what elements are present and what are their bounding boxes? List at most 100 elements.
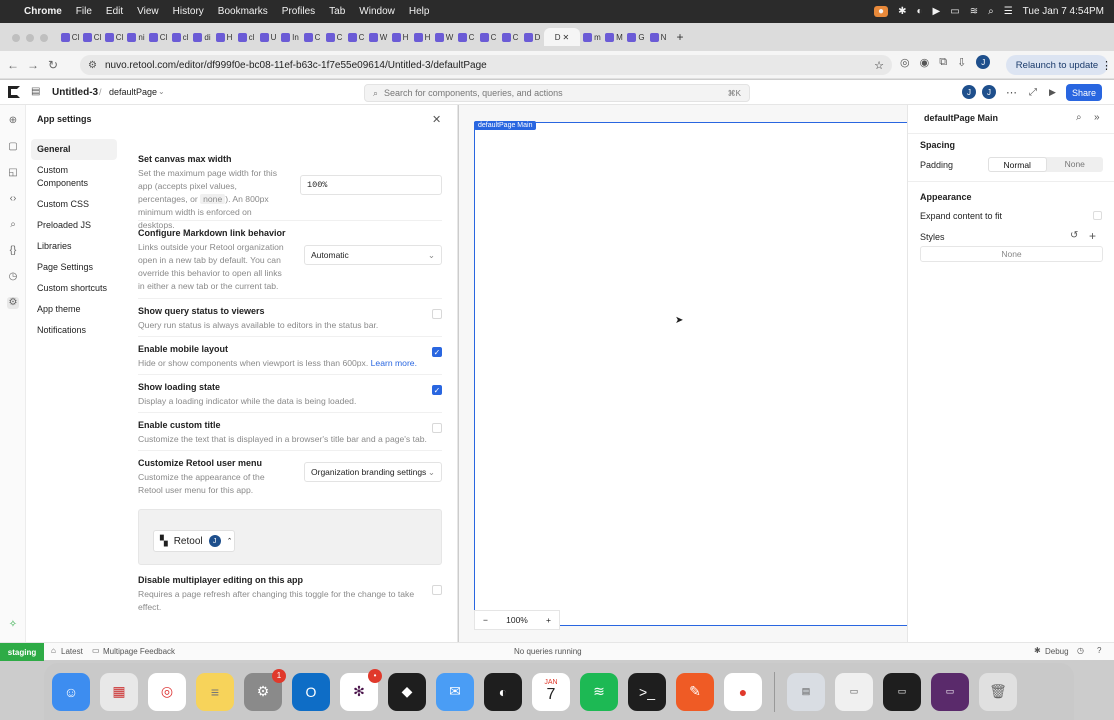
menu-bookmarks[interactable]: Bookmarks — [218, 6, 268, 17]
page-chevron-down-icon[interactable]: ⌄ — [158, 87, 165, 96]
spotlight-icon[interactable]: ⌕ — [988, 6, 994, 17]
finder-app-icon[interactable]: ☺ — [52, 672, 90, 711]
custom-title-checkbox[interactable] — [432, 423, 442, 433]
menu-tab[interactable]: Tab — [329, 6, 345, 17]
settings-nav-custom-css[interactable]: Custom CSS — [31, 194, 117, 215]
mic-icon[interactable]: ● — [874, 6, 889, 17]
settings-nav-app-theme[interactable]: App theme — [31, 299, 117, 320]
settings-status-icon[interactable]: ✱ — [898, 6, 906, 17]
forward-icon[interactable]: → — [26, 58, 40, 72]
share-button[interactable]: Share — [1066, 84, 1102, 101]
menu-profiles[interactable]: Profiles — [282, 6, 315, 17]
settings-nav-page-settings[interactable]: Page Settings — [31, 257, 117, 278]
browser-tab[interactable]: U — [258, 28, 278, 46]
recent-window-thumbnail[interactable]: ▭ — [883, 672, 921, 711]
recent-window-thumbnail[interactable]: ▭ — [931, 672, 969, 711]
control-center-icon[interactable]: ☰ — [1004, 6, 1013, 17]
retool-logo-icon[interactable] — [8, 86, 20, 98]
browser-tab[interactable]: C — [346, 28, 366, 46]
outlook-app-icon[interactable]: O — [292, 672, 330, 711]
wifi-icon[interactable]: ≋ — [970, 6, 978, 17]
editor-canvas[interactable]: defaultPage Main ➤ − 100% + — [459, 105, 908, 642]
comments-icon[interactable]: ▢ — [7, 141, 19, 153]
debug-button[interactable]: Debug — [1045, 647, 1069, 656]
browser-tab[interactable]: ni — [126, 28, 146, 46]
user-avatar[interactable]: J — [982, 85, 996, 99]
browser-tab[interactable]: m — [582, 28, 602, 46]
launchpad-app-icon[interactable]: ▦ — [100, 672, 138, 711]
settings-nav-notifications[interactable]: Notifications — [31, 320, 117, 341]
spotify-app-icon[interactable]: ≋ — [580, 672, 618, 711]
query-status-checkbox[interactable] — [432, 309, 442, 319]
menu-edit[interactable]: Edit — [106, 6, 123, 17]
help-icon[interactable]: ? — [1097, 646, 1101, 655]
zoom-window-button[interactable] — [40, 34, 48, 42]
add-style-icon[interactable]: + — [1089, 229, 1096, 243]
browser-tab[interactable]: M — [604, 28, 624, 46]
browser-tab[interactable]: C — [478, 28, 498, 46]
browser-tab[interactable]: C — [456, 28, 476, 46]
expand-checkbox[interactable] — [1093, 211, 1102, 220]
browser-tab-active[interactable]: D ✕ — [544, 28, 580, 46]
browser-tab[interactable]: In — [280, 28, 300, 46]
markdown-behavior-select[interactable]: Automatic ⌄ — [304, 245, 442, 265]
browser-tab[interactable]: H — [214, 28, 234, 46]
relaunch-button[interactable]: Relaunch to update — [1006, 55, 1108, 75]
slack-app-icon[interactable]: ✻ • — [340, 668, 382, 711]
play-status-icon[interactable]: ▶ — [933, 6, 941, 17]
menu-view[interactable]: View — [137, 6, 159, 17]
learn-more-link[interactable]: Learn more. — [371, 358, 417, 368]
new-tab-button[interactable]: + — [670, 28, 690, 46]
styles-value[interactable]: None — [920, 246, 1103, 262]
download-icon[interactable]: ⇩ — [957, 56, 966, 69]
component-search[interactable]: ⌕ Search for components, queries, and ac… — [364, 84, 750, 102]
menu-history[interactable]: History — [173, 6, 204, 17]
browser-tab[interactable]: H — [412, 28, 432, 46]
puzzle-icon[interactable]: ⧉ — [939, 56, 947, 69]
settings-nav-custom-components[interactable]: Custom Components — [31, 160, 117, 194]
history-status-icon[interactable]: ◷ — [1077, 646, 1084, 655]
browser-tab[interactable]: Cl — [82, 28, 102, 46]
extension-icon[interactable]: ◎ — [900, 56, 910, 69]
extension-icon[interactable]: ◉ — [920, 56, 930, 69]
user-menu-select[interactable]: Organization branding settings ⌄ — [304, 462, 442, 482]
calendar-app-icon[interactable]: JAN 7 — [532, 672, 570, 711]
browser-tab[interactable]: cl — [170, 28, 190, 46]
notes-app-icon[interactable]: ≡ — [196, 672, 234, 711]
settings-nav-preloaded-js[interactable]: Preloaded JS — [31, 215, 117, 236]
page-selector[interactable]: defaultPage — [109, 87, 157, 97]
bookmark-star-icon[interactable]: ☆ — [874, 59, 884, 72]
clock[interactable]: Tue Jan 7 4:54PM — [1023, 6, 1104, 17]
chrome-app-icon[interactable]: ◎ — [148, 672, 186, 711]
multiplayer-checkbox[interactable] — [432, 585, 442, 595]
battery-icon[interactable]: ▭ — [950, 6, 959, 17]
back-icon[interactable]: ← — [6, 58, 20, 72]
browser-tab[interactable]: W — [368, 28, 388, 46]
padding-normal-option[interactable]: Normal — [988, 157, 1047, 172]
page-frame[interactable]: defaultPage Main ➤ — [474, 121, 908, 626]
inspector-search-icon[interactable]: ⌕ — [1076, 112, 1082, 123]
close-window-button[interactable] — [12, 34, 20, 42]
system-settings-app-icon[interactable]: ⚙ 1 — [244, 668, 286, 711]
browser-tab[interactable]: W — [434, 28, 454, 46]
browser-tab[interactable]: cl — [236, 28, 256, 46]
chrome-menu-icon[interactable]: ⋮ — [1101, 59, 1112, 72]
browser-tab[interactable]: Cl — [60, 28, 80, 46]
zoom-out-button[interactable]: − — [483, 615, 488, 625]
browser-tab[interactable]: Cl — [104, 28, 124, 46]
code-icon[interactable]: ‹› — [7, 193, 19, 205]
tree-icon[interactable]: ◱ — [7, 167, 19, 179]
browser-tab[interactable]: di — [192, 28, 212, 46]
more-icon[interactable]: ⋯ — [1006, 86, 1017, 99]
app-name[interactable]: Untitled-3 — [52, 87, 98, 98]
multipage-feedback[interactable]: Multipage Feedback — [103, 647, 175, 656]
history-icon[interactable]: ◷ — [7, 271, 19, 283]
loading-state-checkbox[interactable]: ✓ — [432, 385, 442, 395]
search-rail-icon[interactable]: ⌕ — [7, 219, 19, 231]
padding-none-option[interactable]: None — [1047, 157, 1104, 172]
menu-file[interactable]: File — [76, 6, 92, 17]
settings-gear-icon[interactable]: ⚙ — [7, 297, 19, 309]
frame-label[interactable]: defaultPage Main — [474, 121, 537, 130]
close-icon[interactable]: ✕ — [432, 113, 441, 126]
release-latest[interactable]: Latest — [61, 647, 83, 656]
